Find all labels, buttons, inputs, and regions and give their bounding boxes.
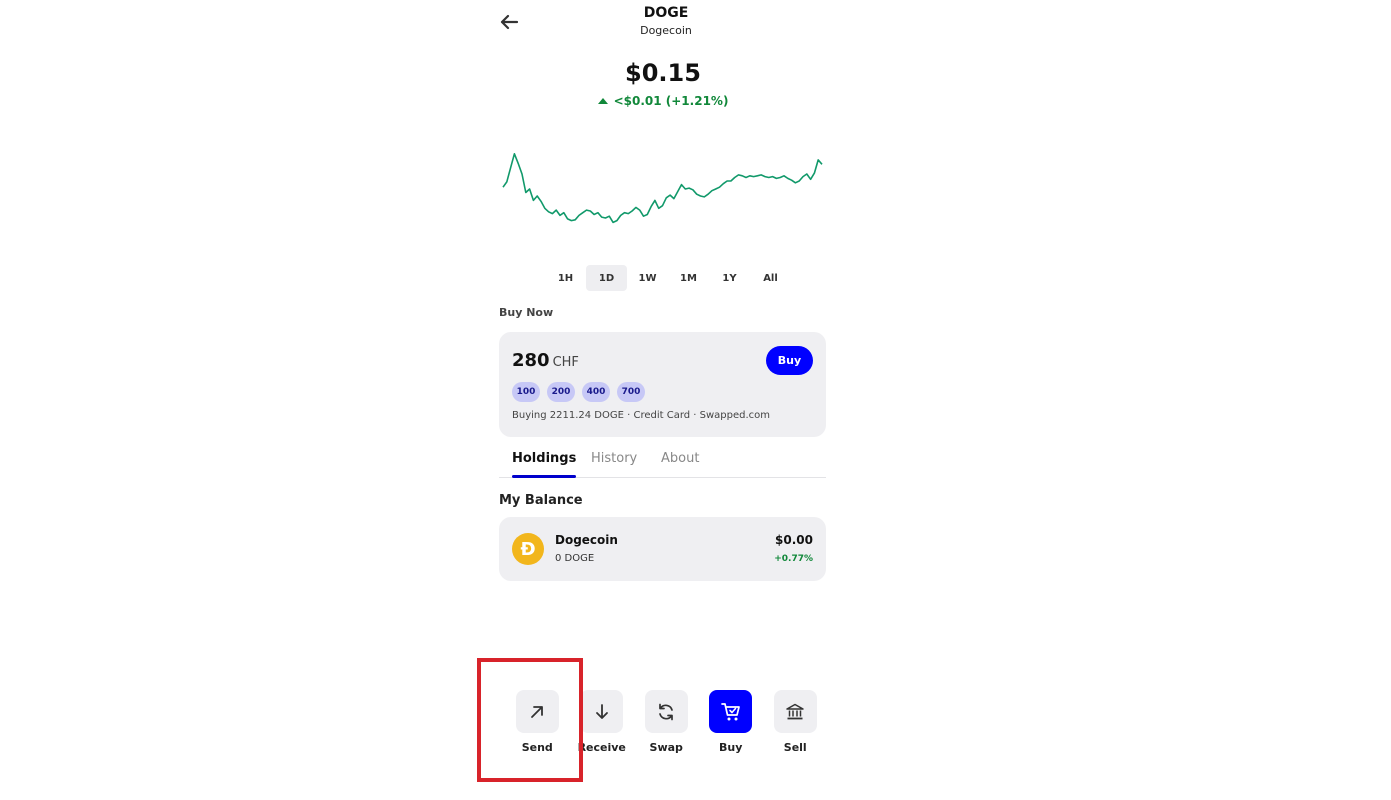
holding-card-dogecoin[interactable]: Ð Dogecoin 0 DOGE $0.00 +0.77% bbox=[499, 517, 826, 581]
swap-icon bbox=[659, 703, 674, 720]
action-bar: Send Receive Swap Buy Sell bbox=[505, 690, 828, 754]
buy-now-card: 280 CHF Buy 100 200 400 700 Buying 2211.24 D… bbox=[499, 332, 826, 437]
tab-history[interactable]: History bbox=[591, 451, 637, 478]
arrow-up-right-icon bbox=[531, 705, 544, 718]
coin-header: DOGE Dogecoin bbox=[566, 4, 766, 37]
arrow-left-icon bbox=[500, 14, 519, 30]
range-tab-1m[interactable]: 1M bbox=[668, 265, 709, 291]
coin-ticker: DOGE bbox=[643, 5, 689, 21]
range-tab-1w[interactable]: 1W bbox=[627, 265, 668, 291]
range-tab-1y[interactable]: 1Y bbox=[709, 265, 750, 291]
range-tab-all[interactable]: All bbox=[750, 265, 791, 291]
buy-currency: CHF bbox=[552, 355, 579, 370]
tab-holdings[interactable]: Holdings bbox=[512, 451, 577, 478]
receive-action[interactable]: Receive bbox=[570, 690, 635, 754]
buy-button[interactable] bbox=[709, 690, 753, 733]
price-change: <$0.01 (+1.21%) bbox=[563, 94, 763, 108]
tab-about[interactable]: About bbox=[661, 451, 699, 478]
swap-action[interactable]: Swap bbox=[634, 690, 699, 754]
send-action[interactable]: Send bbox=[505, 690, 570, 754]
receive-button[interactable] bbox=[580, 690, 624, 733]
holding-value: $0.00 bbox=[775, 533, 813, 547]
range-tab-1d[interactable]: 1D bbox=[586, 265, 627, 291]
buy-now-label: Buy Now bbox=[499, 306, 554, 319]
arrow-down-icon bbox=[595, 703, 608, 719]
bank-icon bbox=[786, 703, 804, 719]
send-label: Send bbox=[521, 741, 553, 754]
current-price: $0.15 bbox=[625, 59, 701, 87]
holding-change: +0.77% bbox=[774, 554, 813, 564]
price-chart[interactable] bbox=[499, 140, 826, 250]
buy-action[interactable]: Buy bbox=[699, 690, 764, 754]
price-line bbox=[502, 153, 823, 224]
time-range-selector: 1H 1D 1W 1M 1Y All bbox=[545, 265, 791, 291]
up-triangle-icon bbox=[597, 98, 608, 104]
cart-icon bbox=[720, 702, 740, 720]
swap-label: Swap bbox=[649, 741, 683, 754]
buy-label: Buy bbox=[719, 741, 743, 754]
holding-name: Dogecoin bbox=[555, 533, 618, 547]
dogecoin-logo-icon: Ð bbox=[512, 533, 544, 565]
buy-amount-value: 280 bbox=[512, 350, 550, 371]
preset-amount-700[interactable]: 700 bbox=[617, 382, 645, 402]
preset-amount-400[interactable]: 400 bbox=[582, 382, 610, 402]
detail-tabs: Holdings History About bbox=[499, 448, 826, 478]
receive-label: Receive bbox=[577, 741, 626, 754]
preset-amount-100[interactable]: 100 bbox=[512, 382, 540, 402]
back-button[interactable] bbox=[497, 10, 521, 34]
price-change-text: <$0.01 (+1.21%) bbox=[613, 94, 729, 108]
buy-amount[interactable]: 280 CHF bbox=[512, 350, 579, 371]
send-button[interactable] bbox=[515, 690, 559, 733]
preset-amount-200[interactable]: 200 bbox=[547, 382, 575, 402]
buy-now-button[interactable]: Buy bbox=[766, 346, 813, 375]
swap-button[interactable] bbox=[644, 690, 688, 733]
sell-action[interactable]: Sell bbox=[763, 690, 828, 754]
sell-button[interactable] bbox=[773, 690, 817, 733]
buy-info: Buying 2211.24 DOGE · Credit Card · Swap… bbox=[512, 410, 771, 421]
sell-label: Sell bbox=[783, 741, 807, 754]
holding-amount: 0 DOGE bbox=[555, 553, 595, 564]
amount-presets: 100 200 400 700 bbox=[512, 382, 645, 402]
range-tab-1h[interactable]: 1H bbox=[545, 265, 586, 291]
coin-name: Dogecoin bbox=[640, 24, 692, 37]
my-balance-title: My Balance bbox=[499, 493, 583, 508]
